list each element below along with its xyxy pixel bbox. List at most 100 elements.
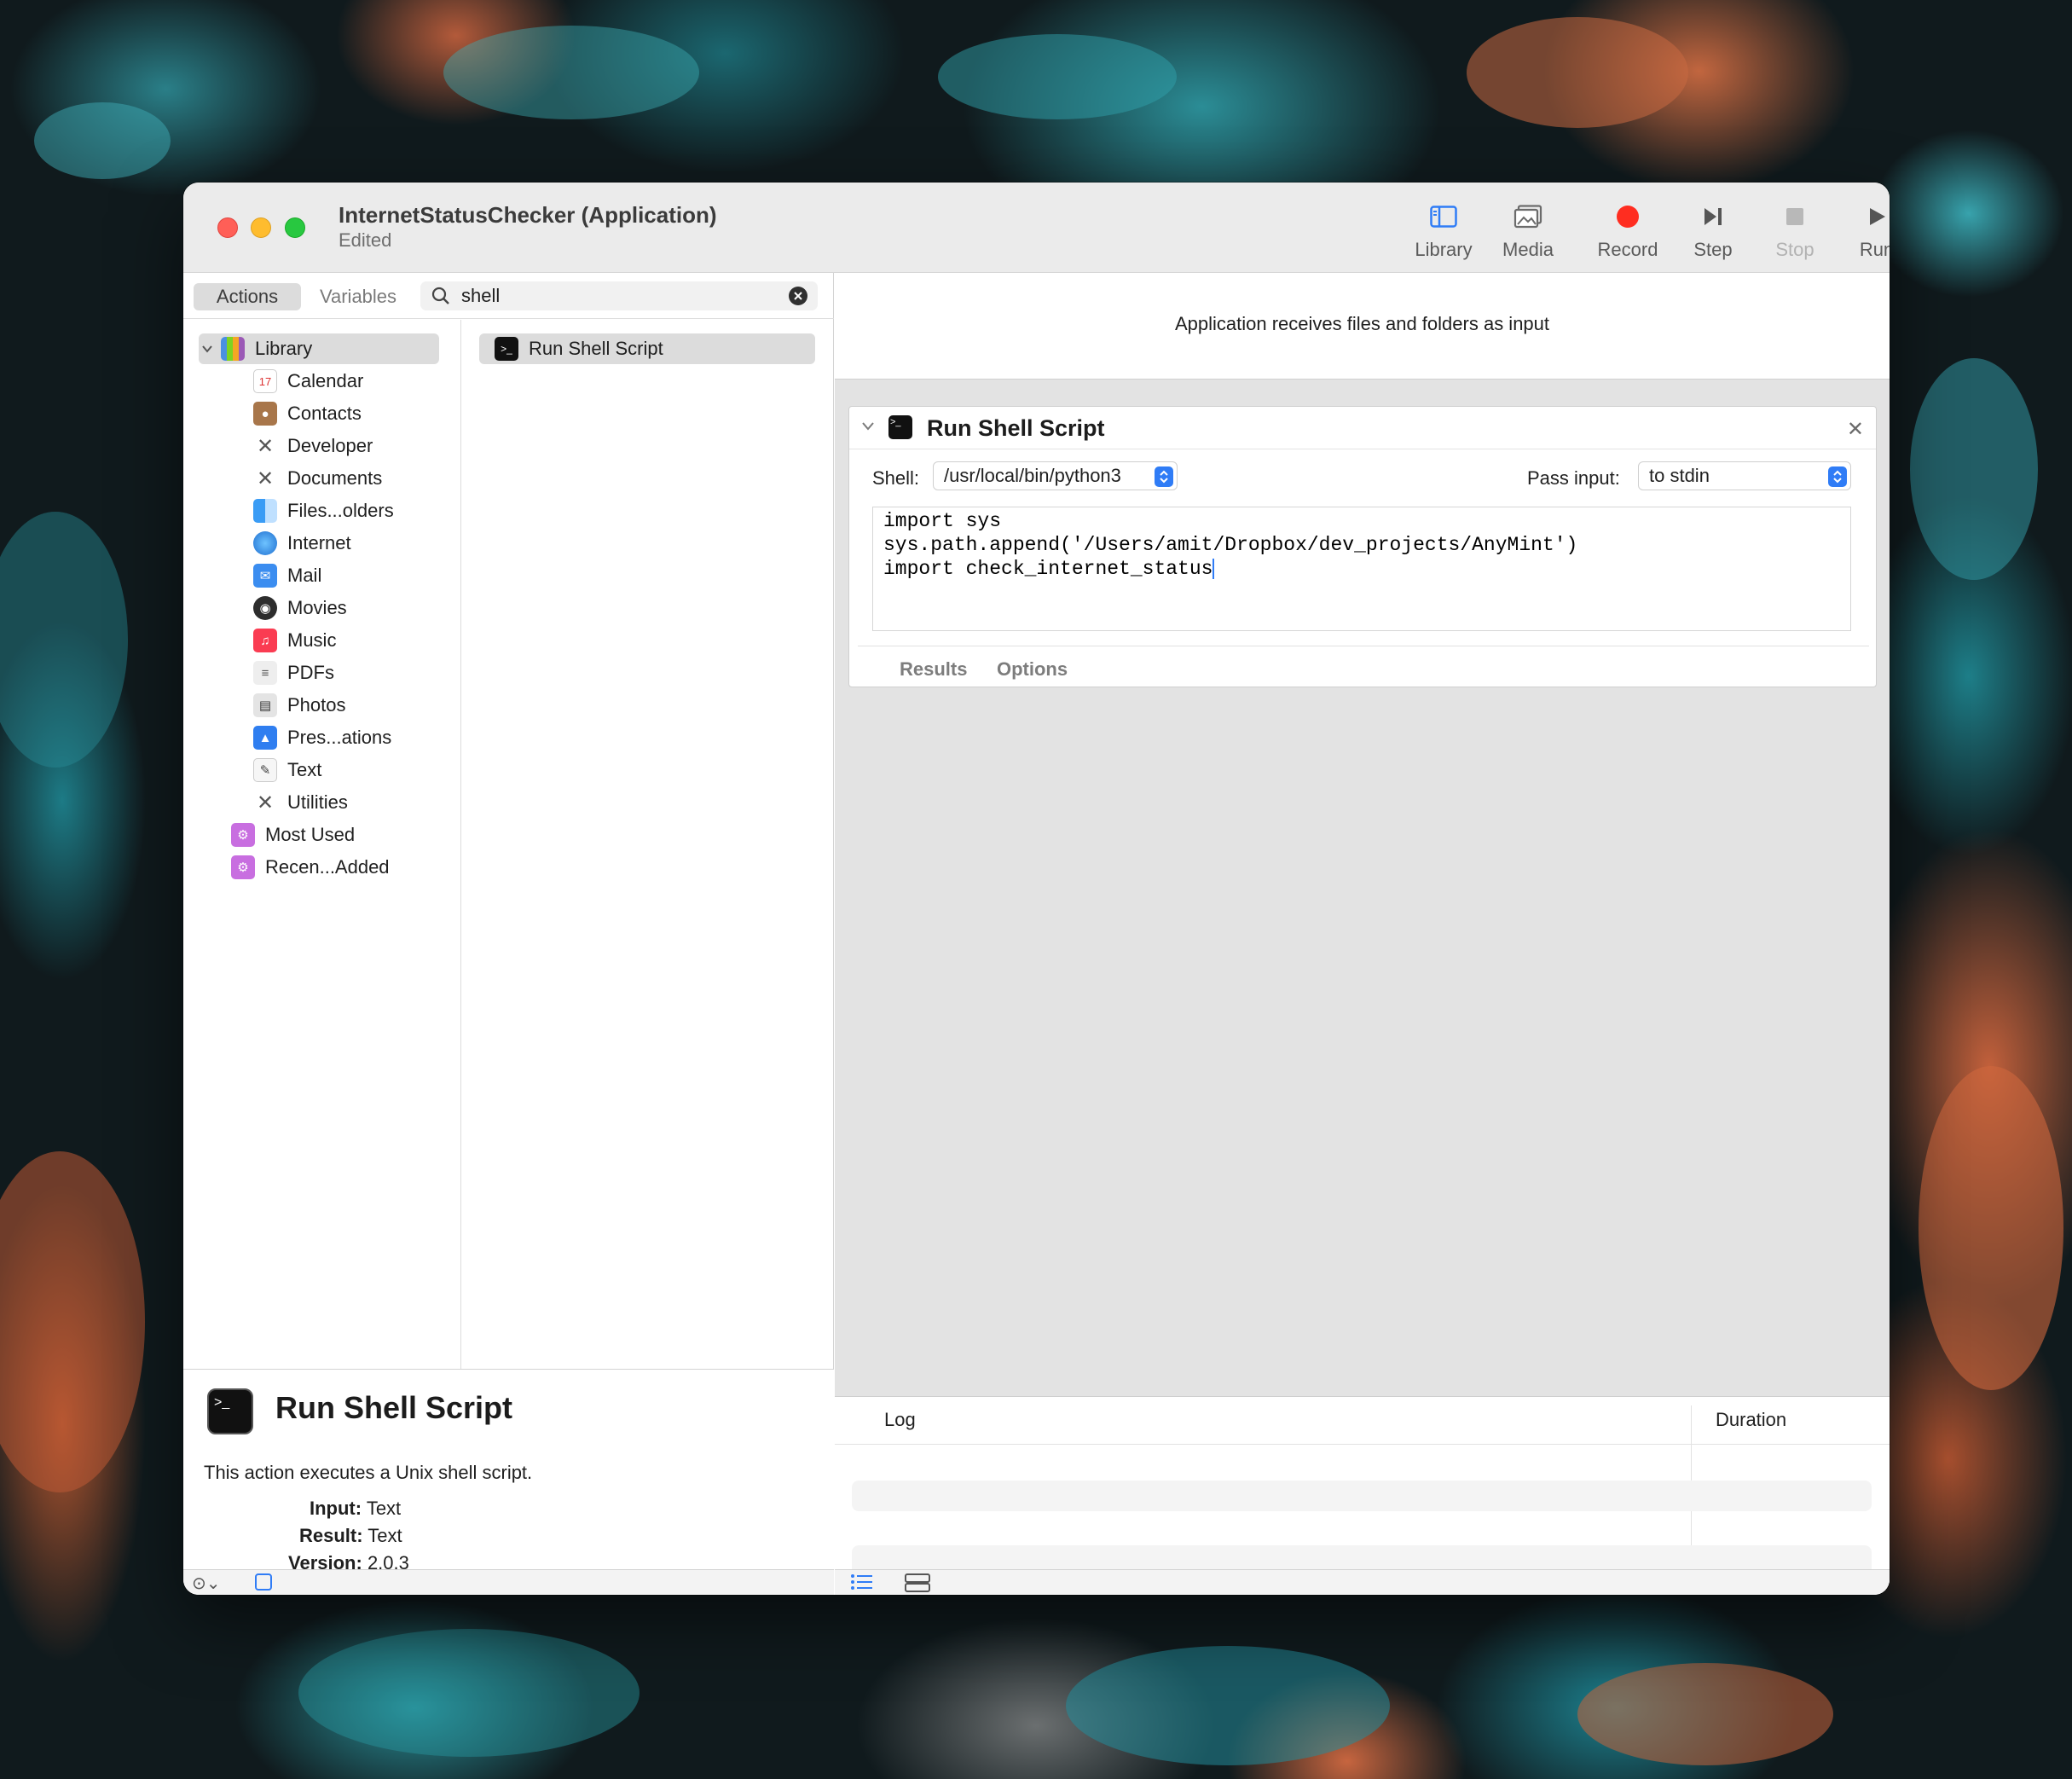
music-icon: ♫ <box>253 629 277 652</box>
wallpaper-swirl <box>443 26 699 119</box>
image-capture-icon: ▤ <box>253 693 277 717</box>
clear-search-icon[interactable] <box>789 287 807 305</box>
window-subtitle[interactable]: Edited <box>339 229 391 252</box>
library-item-label: Music <box>287 629 337 651</box>
smart-group-most-used[interactable]: ⚙ Most Used <box>231 820 355 850</box>
wallpaper-swirl <box>34 102 171 179</box>
popup-arrows-icon <box>1828 466 1847 487</box>
globe-icon <box>253 531 277 555</box>
description-toggle-icon[interactable] <box>255 1573 272 1591</box>
tab-options[interactable]: Options <box>997 658 1068 681</box>
run-toolbar-button[interactable]: Run <box>1834 200 1890 261</box>
library-item-label: Contacts <box>287 403 362 424</box>
library-item-text[interactable]: ✎ Text <box>253 755 321 785</box>
sidebar-icon <box>1401 200 1486 234</box>
title-bar: InternetStatusChecker (Application) Edit… <box>183 183 1890 273</box>
close-window-button[interactable] <box>217 217 238 238</box>
wallpaper-swirl <box>0 512 128 768</box>
minimize-window-button[interactable] <box>251 217 271 238</box>
terminal-icon: >_ <box>495 337 518 361</box>
wallpaper-swirl <box>1910 358 2038 580</box>
library-item-internet[interactable]: Internet <box>253 528 351 559</box>
more-options-icon[interactable]: ⊙⌄ <box>192 1573 221 1594</box>
zoom-window-button[interactable] <box>285 217 305 238</box>
library-item-label: Utilities <box>287 791 348 813</box>
library-item-developer[interactable]: ✕ Developer <box>253 431 373 461</box>
actions-list: >_ Run Shell Script <box>462 320 834 1369</box>
chevron-down-icon[interactable] <box>861 420 875 436</box>
library-item-mail[interactable]: ✉ Mail <box>253 560 321 591</box>
library-item-label: Mail <box>287 565 322 586</box>
pass-input-popup[interactable]: to stdin <box>1638 461 1851 490</box>
tab-actions[interactable]: Actions <box>194 283 301 310</box>
search-icon <box>431 287 449 304</box>
library-toolbar: Actions Variables shell <box>183 273 834 319</box>
log-header: Log Duration <box>835 1397 1890 1445</box>
text-caret <box>1213 558 1215 579</box>
workflow-bottom-bar <box>835 1569 1890 1595</box>
library-books-icon <box>221 337 245 361</box>
terminal-icon: >_ <box>207 1388 253 1434</box>
library-item-pdfs[interactable]: ≡ PDFs <box>253 658 334 688</box>
library-item-label: Calendar <box>287 370 364 391</box>
tab-variables[interactable]: Variables <box>304 283 412 310</box>
chevron-down-icon[interactable] <box>199 345 216 353</box>
library-item-documents[interactable]: ✕ Documents <box>253 463 382 494</box>
step-toolbar-label: Step <box>1693 239 1733 260</box>
pass-input-label: Pass input: <box>1527 467 1620 489</box>
wallpaper-swirl <box>0 1151 145 1492</box>
wallpaper-swirl <box>1919 1066 2063 1390</box>
library-item-label: Developer <box>287 435 373 456</box>
library-toolbar-button[interactable]: Library <box>1401 200 1486 261</box>
library-item-label: Pres...ations <box>287 727 392 748</box>
search-field[interactable]: shell <box>420 281 818 310</box>
action-run-shell-script[interactable]: >_ Run Shell Script <box>479 333 815 364</box>
description-text: This action executes a Unix shell script… <box>204 1462 533 1483</box>
library-item-label: PDFs <box>287 662 334 683</box>
wallpaper-swirl <box>1467 17 1688 128</box>
wallpaper-swirl <box>938 34 1177 119</box>
library-root-row[interactable]: Library <box>199 333 439 364</box>
action-header: >_ Run Shell Script ✕ <box>849 407 1876 449</box>
description-input: Input: Text <box>310 1498 402 1519</box>
photos-icon <box>1485 200 1571 234</box>
keynote-icon: ▲ <box>253 726 277 750</box>
library-item-photos[interactable]: ▤ Photos <box>253 690 346 721</box>
step-toolbar-button[interactable]: Step <box>1670 200 1756 261</box>
media-toolbar-button[interactable]: Media <box>1485 200 1571 261</box>
library-item-files-folders[interactable]: Files...olders <box>253 495 394 526</box>
tab-results[interactable]: Results <box>900 658 967 681</box>
close-icon[interactable]: ✕ <box>1847 417 1864 442</box>
library-item-label: Photos <box>287 694 346 716</box>
search-input[interactable]: shell <box>461 285 789 307</box>
window-title: InternetStatusChecker (Application) <box>339 202 717 228</box>
script-line: sys.path.append('/Users/amit/Dropbox/dev… <box>883 534 1578 556</box>
step-forward-icon <box>1670 200 1756 234</box>
record-icon <box>1585 200 1670 234</box>
list-view-icon[interactable] <box>850 1573 874 1595</box>
wallpaper-swirl <box>1066 1646 1390 1765</box>
shell-popup[interactable]: /usr/local/bin/python3 <box>933 461 1178 490</box>
split-view-icon[interactable] <box>905 1573 930 1595</box>
library-item-movies[interactable]: ◉ Movies <box>253 593 347 623</box>
library-item-music[interactable]: ♫ Music <box>253 625 336 656</box>
library-item-utilities[interactable]: ✕ Utilities <box>253 787 348 818</box>
log-column-header[interactable]: Log <box>884 1409 916 1431</box>
textedit-icon: ✎ <box>253 758 277 782</box>
library-item-label: Documents <box>287 467 383 489</box>
library-item-presentations[interactable]: ▲ Pres...ations <box>253 722 391 753</box>
library-item-contacts[interactable]: ● Contacts <box>253 398 362 429</box>
library-item-calendar[interactable]: 17 Calendar <box>253 366 363 397</box>
stop-toolbar-button[interactable]: Stop <box>1752 200 1838 261</box>
duration-column-header[interactable]: Duration <box>1716 1409 1786 1431</box>
smart-group-recently-added[interactable]: ⚙ Recen...Added <box>231 852 390 883</box>
script-editor[interactable]: import sys sys.path.append('/Users/amit/D… <box>872 507 1851 631</box>
tools-icon: ✕ <box>256 791 275 814</box>
automator-window: InternetStatusChecker (Application) Edit… <box>183 183 1890 1595</box>
mail-icon: ✉ <box>253 564 277 588</box>
stop-toolbar-label: Stop <box>1775 239 1814 260</box>
record-toolbar-button[interactable]: Record <box>1585 200 1670 261</box>
script-line: import sys <box>883 510 1002 532</box>
shell-label: Shell: <box>872 467 920 489</box>
library-tree: Library 17 Calendar ● Contacts ✕ Develop… <box>183 320 461 1369</box>
